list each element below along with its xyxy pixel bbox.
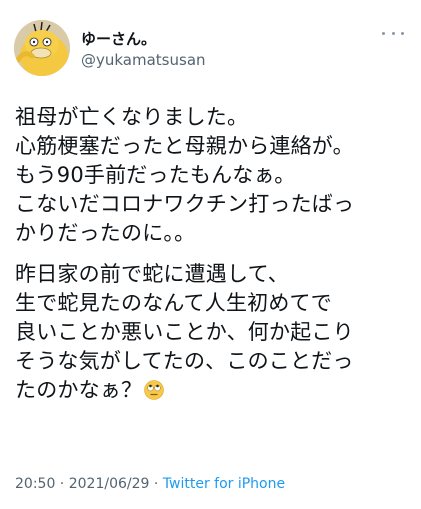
dot (382, 31, 385, 35)
tweet-date[interactable]: 2021/06/29 (69, 476, 150, 492)
meta-separator: · (55, 476, 69, 492)
tweet-meta: 20:50 · 2021/06/29 · Twitter for iPhone (15, 474, 285, 494)
tweet-card: ゆーさん。 @yukamatsusan 祖母が亡くなりました。 心筋梗塞だったと… (0, 0, 421, 509)
tweet-text: 祖母が亡くなりました。 心筋梗塞だったと母親から連絡が。 もう90手前だったもん… (15, 103, 411, 405)
author-display-name[interactable]: ゆーさん。 (81, 29, 206, 49)
tweet-paragraph-1: 祖母が亡くなりました。 心筋梗塞だったと母親から連絡が。 もう90手前だったもん… (15, 105, 355, 245)
psyduck-avatar-icon (14, 20, 70, 76)
dot (401, 31, 404, 35)
tweet-paragraph-2-text: 昨日家の前で蛇に遭遇して、 生で蛇見たのなんて人生初めてで 良いことか悪いことか… (15, 262, 354, 402)
tweet-source-link[interactable]: Twitter for iPhone (163, 476, 285, 492)
dot (391, 31, 395, 35)
tweet-time[interactable]: 20:50 (15, 476, 55, 492)
tweet-header: ゆーさん。 @yukamatsusan (14, 20, 406, 80)
tweet-paragraph-2: 昨日家の前で蛇に遭遇して、 生で蛇見たのなんて人生初めてで 良いことか悪いことか… (15, 260, 411, 405)
author-handle[interactable]: @yukamatsusan (81, 50, 206, 70)
avatar[interactable] (14, 20, 70, 76)
more-options-icon[interactable] (382, 26, 404, 40)
meta-separator: · (149, 476, 163, 492)
author-names: ゆーさん。 @yukamatsusan (81, 29, 206, 70)
rolling-eyes-emoji-icon (144, 380, 165, 400)
